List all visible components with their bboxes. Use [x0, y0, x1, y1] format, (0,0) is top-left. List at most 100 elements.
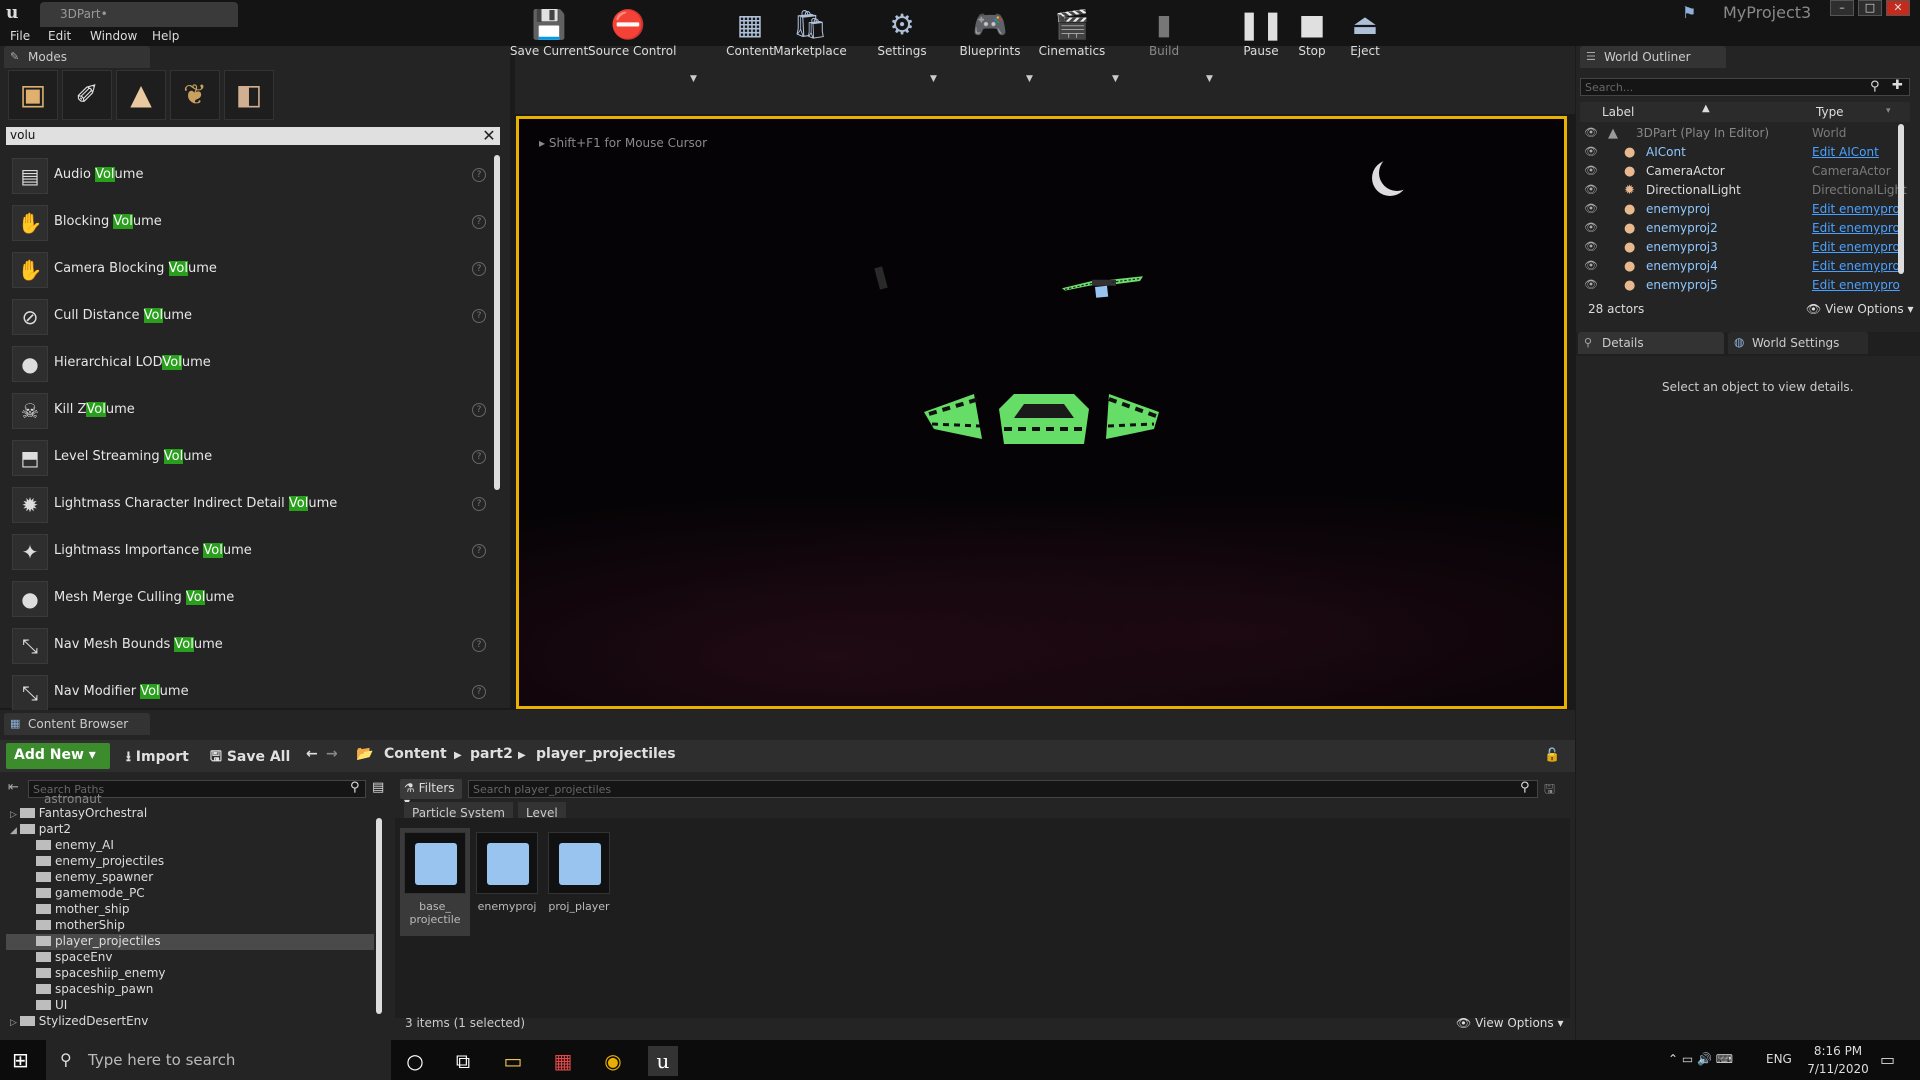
tree-folder[interactable]: UI: [36, 998, 67, 1014]
asset-tile[interactable]: proj_player: [544, 828, 614, 936]
tree-folder[interactable]: player_projectiles: [36, 934, 161, 950]
forward-arrow-icon[interactable]: →: [326, 746, 338, 762]
chevron-down-icon[interactable]: ▾: [1886, 106, 1891, 116]
menu-help[interactable]: Help: [152, 29, 179, 43]
file-explorer-icon[interactable]: ▭: [498, 1046, 528, 1076]
chrome-icon[interactable]: ◉: [598, 1046, 628, 1076]
edit-blueprint-link[interactable]: Edit enemypro: [1812, 202, 1900, 216]
add-new-button[interactable]: Add New ▾: [6, 743, 110, 769]
expand-arrow-icon[interactable]: ▷: [10, 1018, 20, 1028]
outliner-search-input[interactable]: Search...: [1580, 78, 1910, 96]
task-view-icon[interactable]: ⧉: [448, 1046, 478, 1076]
expand-arrow-icon[interactable]: ◢: [10, 826, 20, 836]
tree-folder[interactable]: ◢ part2: [10, 822, 71, 838]
outliner-row[interactable]: 👁 ● enemyproj Edit enemypro: [1580, 200, 1902, 219]
back-arrow-icon[interactable]: ←: [306, 746, 318, 762]
build-dropdown-icon[interactable]: ▼: [1206, 74, 1213, 84]
tree-folder[interactable]: mother_ship: [36, 902, 129, 918]
add-actor-icon[interactable]: ✚: [1892, 78, 1903, 93]
outliner-row[interactable]: 👁 ● enemyproj4 Edit enemypro: [1580, 257, 1902, 276]
help-icon[interactable]: ?: [472, 544, 486, 558]
edit-blueprint-link[interactable]: Edit enemypro: [1812, 221, 1900, 235]
edit-blueprint-link[interactable]: Edit enemypro: [1812, 240, 1900, 254]
eye-icon[interactable]: 👁: [1584, 240, 1598, 254]
blueprints-dropdown-icon[interactable]: ▼: [1026, 74, 1033, 84]
tree-folder[interactable]: enemy_AI: [36, 838, 114, 854]
outliner-row[interactable]: 👁 ● enemyproj5 Edit enemypro: [1580, 276, 1902, 295]
tree-folder[interactable]: enemy_projectiles: [36, 854, 164, 870]
marketplace-button[interactable]: 🛍 Marketplace: [770, 6, 850, 66]
place-item[interactable]: ✦ Lightmass Importance Volume?: [6, 528, 490, 575]
clock-date[interactable]: 7/11/2020: [1806, 1062, 1870, 1076]
tree-scrollbar[interactable]: [376, 818, 382, 1014]
world-outliner-tab[interactable]: World Outliner: [1580, 46, 1726, 68]
import-button[interactable]: ⭳ Import: [126, 746, 189, 770]
cinematics-dropdown-icon[interactable]: ▼: [1112, 74, 1119, 84]
menu-edit[interactable]: Edit: [48, 29, 71, 43]
blueprints-button[interactable]: 🎮 Blueprints: [950, 6, 1030, 66]
eye-icon[interactable]: 👁: [1584, 164, 1598, 178]
asset-tile[interactable]: enemyproj: [472, 828, 542, 936]
menu-file[interactable]: File: [10, 29, 30, 43]
help-icon[interactable]: ?: [472, 403, 486, 417]
details-tab[interactable]: Details: [1578, 332, 1724, 354]
outliner-view-options[interactable]: 👁 View Options ▾: [1806, 302, 1914, 316]
outliner-row[interactable]: 👁 ● enemyproj3 Edit enemypro: [1580, 238, 1902, 257]
help-icon[interactable]: ?: [472, 262, 486, 276]
place-item[interactable]: ⊘ Cull Distance Volume?: [6, 293, 490, 340]
minimize-button[interactable]: –: [1830, 0, 1854, 16]
type-column-header[interactable]: Type: [1816, 105, 1844, 119]
place-item[interactable]: ⬒ Level Streaming Volume?: [6, 434, 490, 481]
place-item[interactable]: ⤡ Nav Mesh Bounds Volume?: [6, 622, 490, 669]
tree-folder[interactable]: spaceEnv: [36, 950, 113, 966]
clock-time[interactable]: 8:16 PM: [1812, 1044, 1864, 1058]
outliner-row[interactable]: 👁 ● CameraActor CameraActor: [1580, 162, 1902, 181]
geometry-mode-icon[interactable]: ◧: [224, 70, 274, 120]
edit-blueprint-link[interactable]: Edit enemypro: [1812, 259, 1900, 273]
outliner-row[interactable]: 👁 ✹ DirectionalLight DirectionalLight: [1580, 181, 1907, 200]
place-item[interactable]: ✹ Lightmass Character Indirect Detail Vol…: [6, 481, 490, 528]
document-tab[interactable]: 3DPart•: [40, 2, 238, 27]
close-button[interactable]: ✕: [1886, 0, 1910, 16]
eye-icon[interactable]: 👁: [1584, 221, 1598, 235]
view-menu-icon[interactable]: ▤: [372, 780, 384, 795]
eye-icon[interactable]: 👁: [1584, 202, 1598, 216]
place-item[interactable]: ⤡ Nav Modifier Volume?: [6, 669, 490, 716]
place-item[interactable]: ▤ Audio Volume?: [6, 152, 490, 199]
eye-icon[interactable]: 👁: [1584, 126, 1598, 140]
level-viewport[interactable]: ▸ Shift+F1 for Mouse Cursor: [516, 116, 1567, 709]
help-icon[interactable]: ?: [472, 497, 486, 511]
tree-folder[interactable]: ▷ StylizedDesertEnv: [10, 1014, 148, 1030]
tree-folder[interactable]: gamemode_PC: [36, 886, 145, 902]
edit-blueprint-link[interactable]: Edit enemypro: [1812, 278, 1900, 292]
eye-icon[interactable]: 👁: [1584, 145, 1598, 159]
tree-folder[interactable]: spaceshiip_enemy: [36, 966, 166, 982]
eye-icon[interactable]: 👁: [1584, 278, 1598, 292]
save-current-button[interactable]: 💾 Save Current: [509, 6, 589, 66]
unreal-taskbar-icon[interactable]: u: [648, 1046, 678, 1076]
language-indicator[interactable]: ENG: [1766, 1052, 1792, 1066]
breadcrumb-player-projectiles[interactable]: player_projectiles: [536, 746, 676, 762]
outliner-row[interactable]: 👁 ● AICont Edit AICont: [1580, 143, 1902, 162]
content-view-options[interactable]: 👁 View Options ▾: [1456, 1016, 1564, 1030]
outliner-scrollbar[interactable]: [1898, 124, 1904, 274]
help-icon[interactable]: ?: [472, 309, 486, 323]
content-browser-tab[interactable]: Content Browser: [4, 713, 150, 735]
help-icon[interactable]: ?: [472, 450, 486, 464]
tray-icons[interactable]: ⌃ ▭ 🔊 ⌨: [1668, 1052, 1733, 1066]
settings-button[interactable]: ⚙ Settings: [862, 6, 942, 66]
source-control-dropdown-icon[interactable]: ▼: [690, 74, 697, 84]
windows-start-icon[interactable]: ⊞: [12, 1048, 29, 1072]
eye-icon[interactable]: 👁: [1584, 259, 1598, 273]
breadcrumb-content[interactable]: Content: [384, 746, 447, 762]
modes-search-input[interactable]: volu: [6, 127, 500, 145]
collapse-sources-icon[interactable]: ⇤: [8, 780, 19, 795]
settings-dropdown-icon[interactable]: ▼: [930, 74, 937, 84]
cinematics-button[interactable]: 🎬 Cinematics: [1032, 6, 1112, 66]
paint-mode-icon[interactable]: ✐: [62, 70, 112, 120]
help-icon[interactable]: ?: [472, 638, 486, 652]
landscape-mode-icon[interactable]: ▲: [116, 70, 166, 120]
asset-tile[interactable]: base_ projectile: [400, 828, 470, 936]
asset-search-input[interactable]: Search player_projectiles: [468, 780, 1538, 798]
place-item[interactable]: ✋ Camera Blocking Volume?: [6, 246, 490, 293]
